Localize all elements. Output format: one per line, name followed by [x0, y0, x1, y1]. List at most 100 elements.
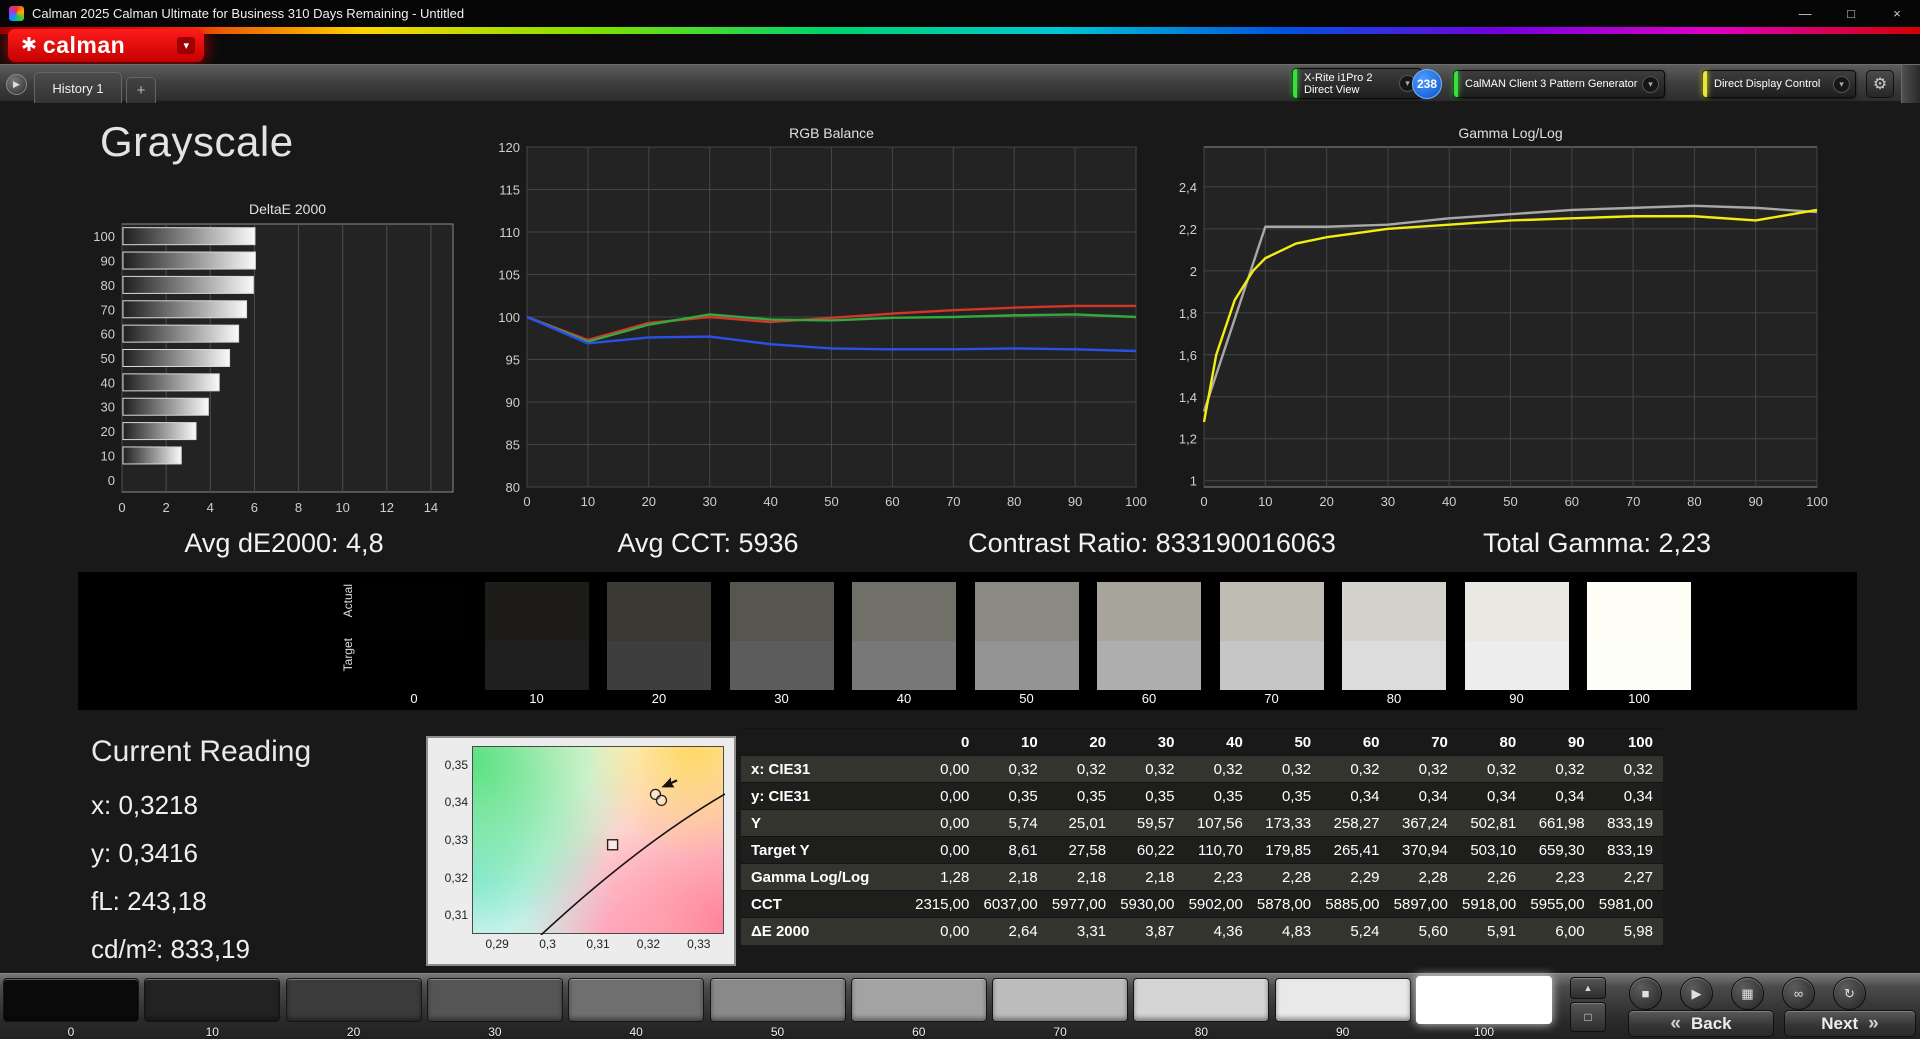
swatch-actual-10: [484, 582, 589, 641]
pattern-generator-dropdown[interactable]: CalMAN Client 3 Pattern Generator ▾: [1453, 70, 1665, 98]
back-button[interactable]: « Back: [1628, 1010, 1774, 1037]
pattern-level-button-10[interactable]: [144, 978, 281, 1022]
svg-text:20: 20: [101, 424, 115, 439]
svg-text:105: 105: [498, 268, 520, 283]
swatch-level-label: 60: [1141, 691, 1157, 706]
pattern-level-label: 20: [346, 1025, 361, 1039]
rgb-balance-chart: 80 85 90 95 100 105 110 115 120 0 10 20 30 40 50 60 70 80…: [480, 120, 1150, 512]
table-cell: 0,32: [1076, 760, 1107, 778]
table-header-row: 0 10 20 30 40 50 60 70 80 90 100: [741, 728, 1663, 756]
logo-dropdown-arrow-icon[interactable]: ▾: [177, 37, 195, 54]
chevron-down-icon[interactable]: ▾: [1642, 75, 1659, 93]
history-nav-button[interactable]: ▶: [6, 74, 27, 95]
refresh-icon: ↻: [1844, 985, 1855, 1001]
calman-logo-button[interactable]: ✱ calman ▾: [8, 29, 204, 62]
cie-plot-area: [472, 746, 725, 935]
save-button[interactable]: ▦: [1731, 977, 1764, 1010]
table-cell: 0,00: [940, 760, 970, 778]
swatch-actual-target-10: [484, 582, 589, 690]
pattern-level-label: 60: [912, 1025, 926, 1039]
minimize-button[interactable]: —: [1782, 0, 1828, 27]
play-button[interactable]: ▶: [1680, 977, 1713, 1010]
pattern-level-button-70[interactable]: [992, 978, 1129, 1022]
table-cell: 5,24: [1350, 922, 1380, 940]
pattern-level-label: 0: [67, 1025, 75, 1039]
display-control-label: Direct Display Control: [1714, 78, 1821, 90]
meter-count-badge[interactable]: 238: [1412, 69, 1442, 99]
table-cell: 659,30: [1538, 841, 1585, 859]
table-cell: 5,91: [1487, 922, 1517, 940]
pattern-window-button[interactable]: □: [1570, 1002, 1606, 1032]
deltae-2000-chart: 0 2 4 6 8 10 12 14 100 90 80 70 60 50 40 30 20 10 0 DeltaE …: [80, 196, 470, 528]
pattern-level-button-100[interactable]: [1416, 976, 1552, 1024]
svg-text:0: 0: [118, 500, 125, 515]
pattern-level-button-40[interactable]: [568, 978, 705, 1022]
pattern-level-button-30[interactable]: [426, 978, 563, 1022]
svg-text:80: 80: [1687, 494, 1701, 509]
pattern-level-label: 50: [770, 1025, 785, 1039]
play-icon: ▶: [13, 79, 20, 89]
svg-text:60: 60: [885, 494, 899, 509]
brand-row: ✱ calman ▾: [0, 27, 1920, 64]
table-cell: 179,85: [1265, 841, 1312, 859]
calman-logo-mark-icon: ✱: [21, 35, 37, 56]
table-cell: 2,27: [1623, 868, 1653, 886]
pattern-level-button-60[interactable]: [850, 978, 987, 1022]
tab-history-1[interactable]: History 1: [34, 72, 122, 103]
svg-text:20: 20: [642, 494, 656, 509]
svg-text:2: 2: [163, 500, 170, 515]
svg-text:100: 100: [93, 229, 115, 244]
next-button-label: Next: [1821, 1013, 1859, 1033]
pattern-level-button-90[interactable]: [1274, 978, 1411, 1022]
right-panel-edge[interactable]: [1901, 65, 1920, 103]
next-button[interactable]: Next »: [1784, 1010, 1916, 1037]
chevron-down-icon[interactable]: ▾: [1833, 75, 1850, 93]
play-icon: ▶: [1691, 985, 1702, 1001]
svg-text:70: 70: [1626, 494, 1640, 509]
settings-gear-button[interactable]: ⚙: [1866, 70, 1894, 98]
svg-text:90: 90: [506, 395, 520, 410]
svg-text:DeltaE 2000: DeltaE 2000: [249, 201, 326, 217]
pattern-level-button-0[interactable]: [3, 978, 139, 1022]
meter-dropdown[interactable]: X-Rite i1Pro 2 Direct View ▾: [1292, 68, 1422, 99]
swatch-actual-target-70: [1219, 582, 1324, 690]
table-cell: 0,00: [940, 922, 970, 940]
meter-name: X-Rite i1Pro 2: [1304, 71, 1373, 84]
close-button[interactable]: ×: [1874, 0, 1920, 27]
pattern-level-button-20[interactable]: [285, 978, 422, 1022]
chevron-up-icon: ▲: [1583, 983, 1593, 993]
svg-text:0: 0: [1200, 494, 1207, 509]
table-row-label: x: CIE31: [751, 760, 811, 778]
pattern-level-button-80[interactable]: [1133, 978, 1270, 1022]
svg-text:110: 110: [499, 225, 520, 240]
square-icon: □: [1584, 1010, 1592, 1024]
table-cell: 2,29: [1350, 868, 1380, 886]
table-cell: 107,56: [1196, 814, 1243, 832]
table-cell: 0,32: [1145, 760, 1175, 778]
display-control-dropdown[interactable]: Direct Display Control ▾: [1702, 70, 1856, 98]
maximize-button[interactable]: □: [1828, 0, 1874, 27]
stop-button[interactable]: ■: [1629, 977, 1662, 1010]
table-column-header: 20: [1047, 728, 1117, 756]
table-column-header: 0: [911, 728, 980, 756]
svg-text:50: 50: [824, 494, 838, 509]
swatch-actual-60: [1097, 582, 1201, 641]
table-cell: 110,70: [1198, 841, 1243, 859]
add-tab-button[interactable]: +: [126, 77, 156, 103]
stat-contrast-ratio: Contrast Ratio: 833190016063: [968, 528, 1336, 558]
swatch-actual-target-40: [852, 582, 956, 690]
link-button[interactable]: ∞: [1782, 977, 1815, 1010]
swatch-level-label: 20: [651, 691, 667, 706]
svg-text:90: 90: [1068, 494, 1082, 509]
save-icon: ▦: [1741, 985, 1754, 1001]
pattern-level-label: 100: [1473, 1025, 1495, 1039]
table-cell: 2,23: [1213, 868, 1243, 886]
table-cell: 5885,00: [1325, 895, 1380, 913]
swatch-actual-50: [974, 582, 1079, 641]
refresh-button[interactable]: ↻: [1833, 977, 1866, 1010]
collapse-panel-button[interactable]: ▲: [1570, 977, 1606, 999]
pattern-level-button-50[interactable]: [709, 978, 846, 1022]
table-row-label: CCT: [751, 895, 782, 913]
table-cell: 5981,00: [1598, 895, 1653, 913]
svg-text:70: 70: [101, 302, 115, 317]
